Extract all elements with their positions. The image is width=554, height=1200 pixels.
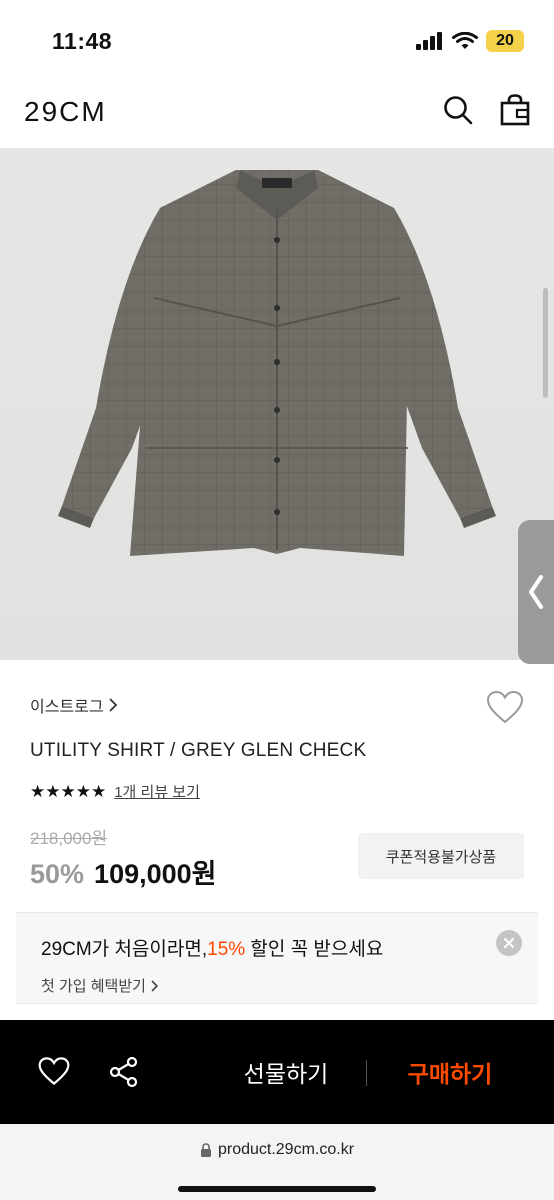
rating-stars: ★★★★★ [30,781,107,801]
status-icons: 20 [416,30,524,52]
buy-button[interactable]: 구매하기 [390,1050,510,1094]
promo-accent: 15% [207,939,246,960]
url-text[interactable]: product.29cm.co.kr [218,1141,354,1159]
discount-rate: 50% [30,859,85,889]
status-time: 11:48 [52,28,113,54]
coupon-badge: 쿠폰적용불가상품 [358,833,524,879]
sale-price: 109,000원 [94,859,217,889]
review-link[interactable]: 1개 리뷰 보기 [114,781,200,802]
price-row: 50% 109,000원 [30,852,217,891]
lock-icon [200,1142,211,1157]
promo-text-after: 할인 꼭 받으세요 [245,939,384,960]
app-header: 29CM [0,88,554,148]
heart-icon[interactable] [486,690,524,724]
heart-icon[interactable] [38,1056,70,1086]
brand-link[interactable]: 이스트로그 [30,693,118,717]
share-icon[interactable] [108,1056,140,1088]
product-image[interactable] [0,148,554,660]
promo-text-before: 29CM가 처음이라면, [41,939,208,960]
signal-icon [416,32,442,50]
original-price: 218,000원 [30,829,108,848]
chevron-right-icon [108,698,117,712]
home-indicator[interactable] [178,1186,376,1192]
shopping-bag-icon[interactable] [500,94,530,126]
search-icon[interactable] [442,94,474,126]
signup-benefit-link[interactable]: 첫 가입 혜택받기 [41,975,159,996]
promo-banner[interactable]: 29CM가 처음이라면,15% 할인 꼭 받으세요 첫 가입 혜택받기 [16,912,538,1004]
battery-indicator: 20 [486,30,524,52]
wifi-icon [452,32,478,49]
review-row: ★★★★★ 1개 리뷰 보기 [30,781,200,802]
signup-benefit-label: 첫 가입 혜택받기 [41,978,146,995]
product-name: UTILITY SHIRT / GREY GLEN CHECK [30,740,367,761]
promo-text: 29CM가 처음이라면,15% 할인 꼭 받으세요 [41,934,383,961]
status-bar: 11:48 20 [0,0,554,88]
chevron-right-icon [151,979,159,992]
divider [366,1060,367,1086]
shirt-image [58,170,496,556]
scroll-thumb[interactable] [543,288,548,398]
browser-url-bar[interactable]: product.29cm.co.kr [0,1124,554,1200]
chevron-left-icon [529,575,543,609]
bottom-action-bar: 선물하기 구매하기 [0,1020,554,1124]
close-icon [504,938,514,948]
side-panel-tab[interactable] [518,520,554,664]
gift-button[interactable]: 선물하기 [226,1050,346,1094]
brand-name: 이스트로그 [30,699,104,716]
close-button[interactable] [496,930,522,956]
logo[interactable]: 29CM [24,96,107,128]
